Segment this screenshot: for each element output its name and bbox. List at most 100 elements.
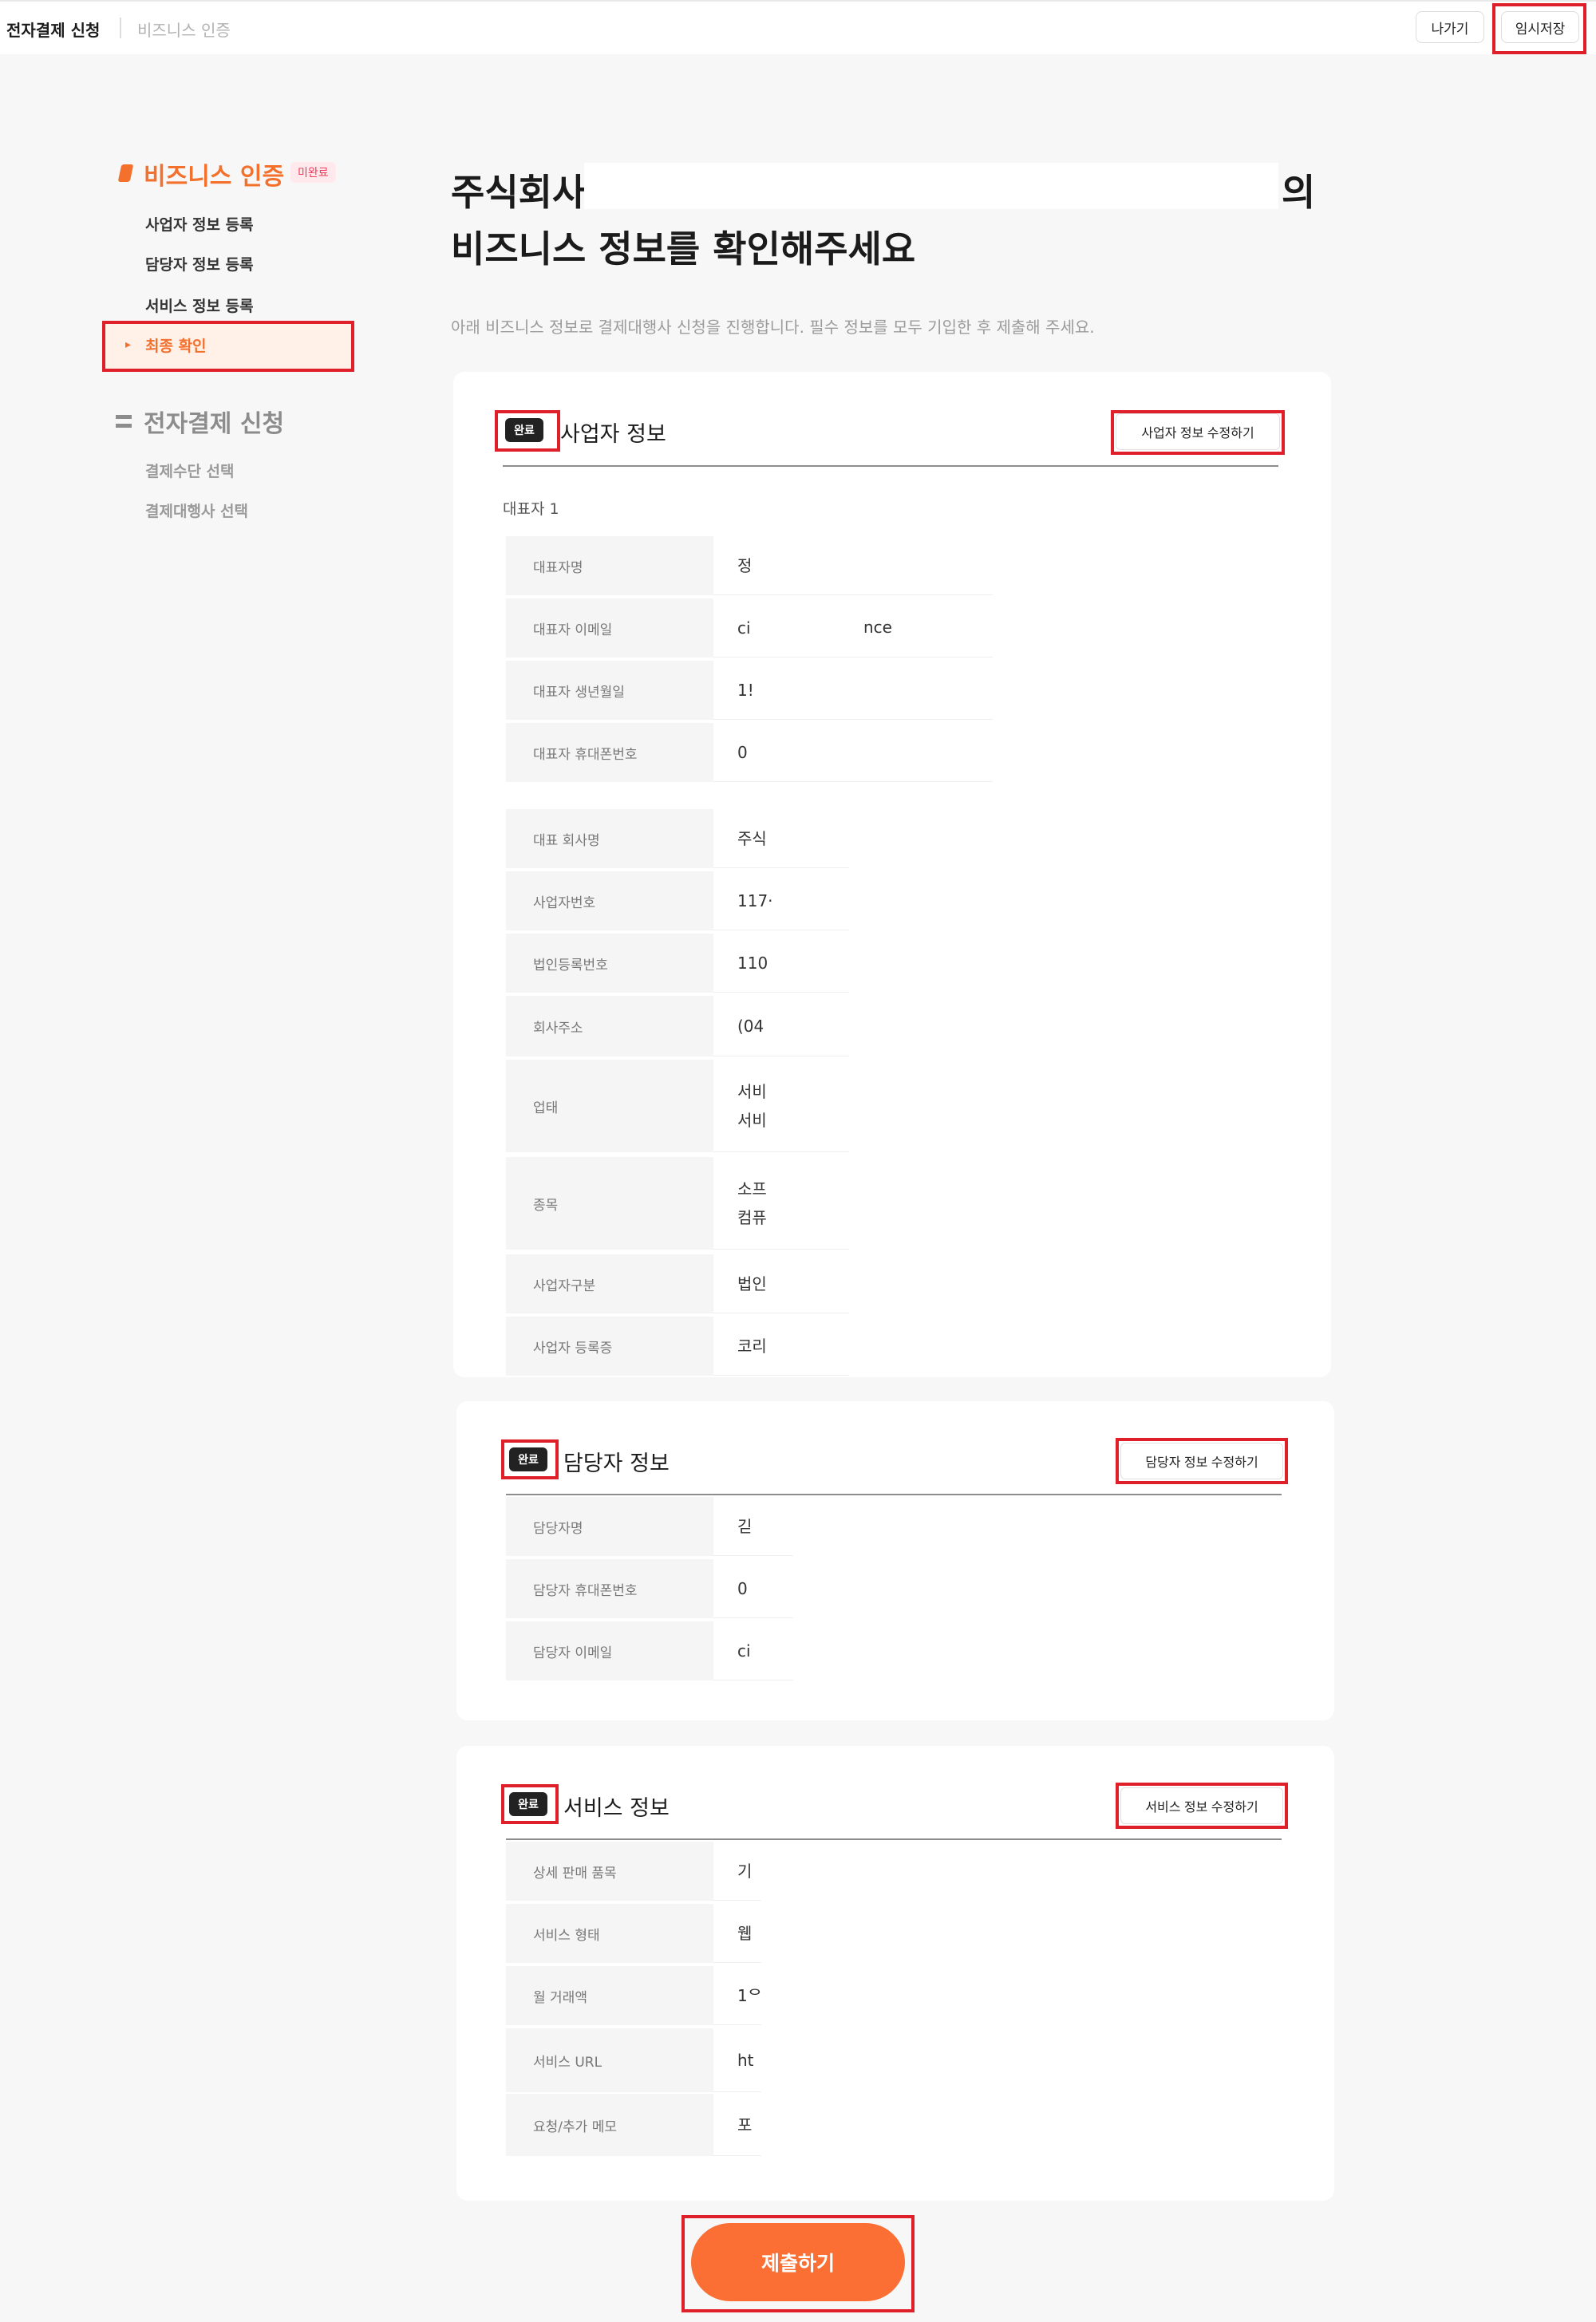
info-row: 법인등록번호 110 xyxy=(506,934,1296,993)
row-value: 정 xyxy=(737,556,753,575)
row-divider xyxy=(713,1679,793,1680)
card-title-service: 서비스 정보 xyxy=(563,1796,670,1821)
sidebar-item-payment-method[interactable]: 결제수단 선택 xyxy=(145,460,235,481)
row-label: 서비스 형태 xyxy=(506,1904,713,1963)
sidebar-item-pg-select[interactable]: 결제대행사 선택 xyxy=(145,500,248,521)
edit-service-button[interactable]: 서비스 정보 수정하기 xyxy=(1120,1787,1283,1824)
row-divider xyxy=(713,1055,849,1056)
info-row: 사업자 등록증 코리 xyxy=(506,1317,1296,1376)
page-subtitle: 아래 비즈니스 정보로 결제대행사 신청을 진행합니다. 필수 정보를 모두 기… xyxy=(451,318,1095,337)
row-divider xyxy=(713,1617,793,1618)
card-title-business: 사업자 정보 xyxy=(560,422,666,447)
row-label: 사업자 등록증 xyxy=(506,1317,713,1376)
row-divider xyxy=(713,1248,849,1250)
info-row: 담당자명 긷 xyxy=(506,1497,1296,1556)
row-label: 업태 xyxy=(506,1060,713,1152)
info-row: 월 거래액 1ᄋ xyxy=(506,1966,1296,2025)
row-value: 소프 컴퓨 xyxy=(737,1179,767,1227)
row-label: 사업자번호 xyxy=(506,871,713,930)
row-divider xyxy=(713,718,993,720)
sidebar-item-final-check-label: 최종 확인 xyxy=(145,338,207,355)
sidebar-section-business[interactable]: 비즈니스 인증 xyxy=(144,156,284,192)
card-title-manager: 담당자 정보 xyxy=(563,1451,670,1476)
info-row: 대표자 휴대폰번호 0 xyxy=(506,723,1296,782)
row-value: 0 xyxy=(737,743,748,762)
edit-business-button[interactable]: 사업자 정보 수정하기 xyxy=(1116,413,1280,450)
info-row: 대표자 이메일 ci xyxy=(506,598,1296,658)
edit-manager-button[interactable]: 담당자 정보 수정하기 xyxy=(1120,1443,1283,1479)
row-label: 담당자 이메일 xyxy=(506,1621,713,1680)
sidebar-section-payment[interactable]: 전자결제 신청 xyxy=(144,404,284,439)
info-row: 회사주소 (04 xyxy=(506,996,1296,1056)
row-label: 월 거래액 xyxy=(506,1966,713,2025)
row-divider xyxy=(713,991,849,993)
submit-button[interactable]: 제출하기 xyxy=(691,2223,905,2301)
page-title-line2: 비즈니스 정보를 확인해주세요 xyxy=(451,227,916,271)
row-value: 코리 xyxy=(737,1337,767,1356)
row-divider xyxy=(713,2024,761,2025)
row-label: 대표자 생년월일 xyxy=(506,661,713,720)
row-label: 상세 판매 품목 xyxy=(506,1842,713,1901)
row-label: 대표 회사명 xyxy=(506,809,713,868)
breadcrumb-current[interactable]: 전자결제 신청 xyxy=(6,18,100,41)
row-divider xyxy=(713,1312,849,1313)
info-row: 대표자명 정 xyxy=(506,536,1296,595)
exit-button[interactable]: 나가기 xyxy=(1416,11,1484,43)
info-row: 사업자번호 117· xyxy=(506,871,1296,930)
page-title-suffix: 의 xyxy=(1282,171,1316,214)
row-value: ci xyxy=(737,1641,751,1661)
info-row: 서비스 형태 웹 xyxy=(506,1904,1296,1963)
row-divider xyxy=(713,929,849,930)
caret-right-icon: ▸ xyxy=(125,338,132,351)
row-label: 서비스 URL xyxy=(506,2028,713,2092)
info-row: 서비스 URL ht xyxy=(506,2028,1296,2092)
row-label: 대표자 이메일 xyxy=(506,598,713,658)
row-divider xyxy=(713,594,993,595)
row-value: 웹 xyxy=(737,1924,753,1943)
row-value: 1ᄋ xyxy=(737,1986,763,2005)
status-badge-done: 완료 xyxy=(509,1447,547,1471)
row-divider xyxy=(713,2154,761,2156)
row-value: 법인 xyxy=(737,1274,767,1293)
row-divider xyxy=(713,2091,761,2092)
row-value: (04 xyxy=(737,1017,764,1036)
row-divider xyxy=(713,1374,849,1376)
representative-label: 대표자 1 xyxy=(503,500,559,518)
info-row: 사업자구분 법인 xyxy=(506,1254,1296,1313)
info-row: 종목 소프 컴퓨 xyxy=(506,1157,1296,1250)
row-label: 대표자명 xyxy=(506,536,713,595)
card-divider xyxy=(506,1494,1282,1495)
page-title-prefix: 주식회사 xyxy=(451,171,587,214)
info-row: 담당자 이메일 ci xyxy=(506,1621,1296,1680)
status-badge-incomplete: 미완료 xyxy=(290,162,336,183)
sidebar-item-manager-info[interactable]: 담당자 정보 등록 xyxy=(145,253,254,274)
status-badge-done: 완료 xyxy=(509,1792,547,1816)
breadcrumb-step[interactable]: 비즈니스 인증 xyxy=(137,18,231,41)
row-divider xyxy=(713,780,993,782)
row-label: 법인등록번호 xyxy=(506,934,713,993)
document-icon xyxy=(117,164,134,182)
row-value: 110 xyxy=(737,954,768,973)
row-divider xyxy=(713,1899,761,1901)
temp-save-button[interactable]: 임시저장 xyxy=(1501,11,1579,43)
row-label: 종목 xyxy=(506,1157,713,1250)
row-divider xyxy=(713,867,849,868)
sidebar-item-final-check[interactable] xyxy=(105,322,351,369)
row-value: 긷 xyxy=(737,1517,753,1536)
card-divider xyxy=(506,1838,1282,1840)
sidebar-item-service-info[interactable]: 서비스 정보 등록 xyxy=(145,294,254,316)
row-value: 0 xyxy=(737,1579,748,1598)
info-row: 대표자 생년월일 1! xyxy=(506,661,1296,720)
row-label: 담당자 휴대폰번호 xyxy=(506,1559,713,1618)
info-row: 요청/추가 메모 포 xyxy=(506,2094,1296,2156)
row-value: ht xyxy=(737,2051,754,2070)
row-label: 담당자명 xyxy=(506,1497,713,1556)
row-label: 회사주소 xyxy=(506,996,713,1056)
row-value: 포 xyxy=(737,2115,753,2134)
sidebar-item-business-info[interactable]: 사업자 정보 등록 xyxy=(145,213,254,235)
menu-icon xyxy=(116,415,132,428)
row-value: 117· xyxy=(737,891,773,910)
row-label: 요청/추가 메모 xyxy=(506,2094,713,2156)
rep-email-tail: nce xyxy=(863,618,892,637)
info-row: 상세 판매 품목 기 xyxy=(506,1842,1296,1901)
